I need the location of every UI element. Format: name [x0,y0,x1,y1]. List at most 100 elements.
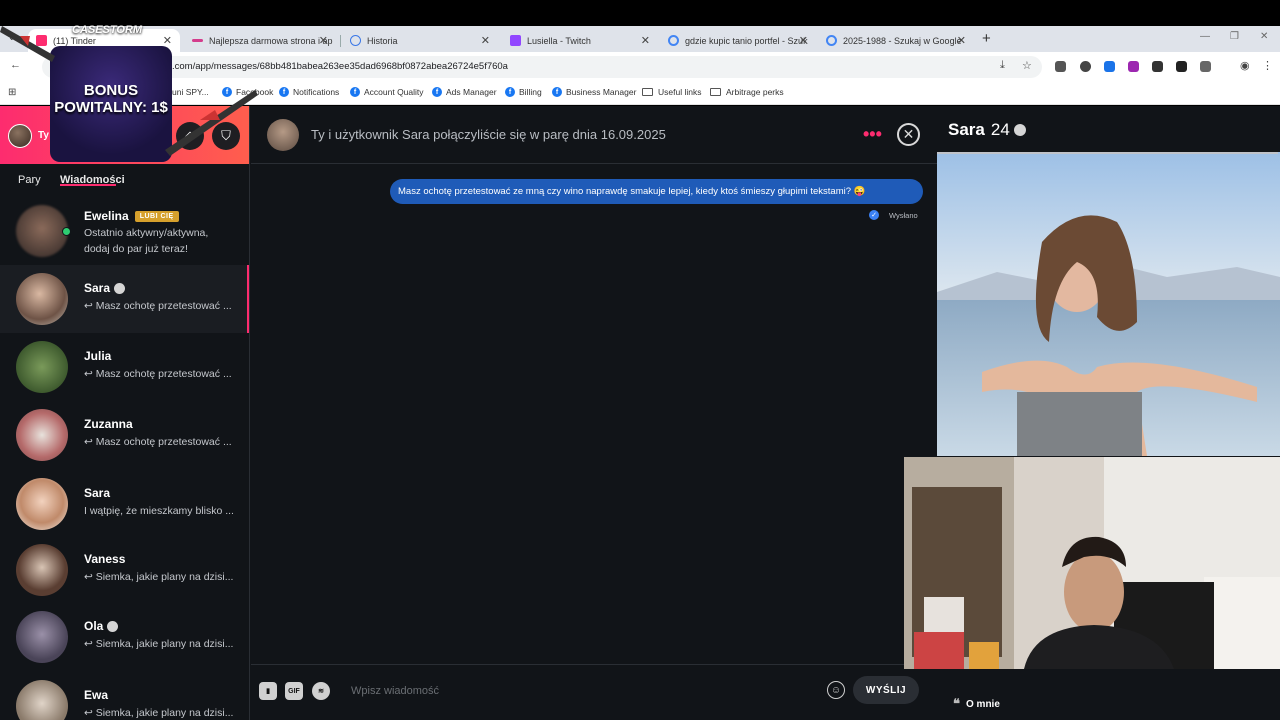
message-composer: ▮ GIF ≋ ☺ WYŚLIJ [251,664,937,720]
close-tab-icon[interactable]: ✕ [163,34,172,47]
extension-icon[interactable] [1128,61,1139,72]
rifle-graphic-left [0,26,55,62]
name-text: Ewelina [84,209,129,223]
gif-button[interactable]: GIF [285,682,303,700]
history-icon [350,35,361,46]
match-date-text: Ty i użytkownik Sara połączyliście się w… [311,127,666,142]
promo-text: BONUS POWITALNY: 1$ [54,82,168,116]
bookmark-account-quality[interactable]: f Account Quality [350,87,424,97]
chat-panel: Ty i użytkownik Sara połączyliście się w… [251,106,937,720]
avatar [16,680,68,720]
maximize-icon[interactable]: ❐ [1230,31,1239,42]
webcam-overlay [904,457,1280,669]
about-me-section: ❝ O mnie [953,696,1000,712]
user-label[interactable]: Ty [38,130,49,141]
bookmark-useful-links[interactable]: Useful links [642,87,701,97]
bookmark-notifications[interactable]: f Notifications [279,87,339,97]
tab-google-portfel[interactable]: gdzie kupic tanio portfel - Szuk ✕ [660,29,816,52]
more-options-icon[interactable]: ••• [863,124,882,145]
extension-icon[interactable] [1080,61,1091,72]
close-tab-icon[interactable]: ✕ [641,34,650,47]
profile-name-text: Sara [948,120,985,139]
name-text: Sara [84,281,111,295]
conversation-item[interactable]: Vaness ↩ Siemka, jakie plany na dzisi... [0,536,249,604]
conversation-item[interactable]: Ola ↩ Siemka, jakie plany na dzisi... [0,603,249,671]
conversation-name: Ewa [84,688,108,702]
folder-icon [710,88,721,96]
tab-twitch[interactable]: Lusiella - Twitch ✕ [502,29,658,52]
sidebar: Ty ◈ ⛉ Pary Wiadomości EwelinaLUBI CIĘ O… [0,106,250,720]
close-tab-icon[interactable]: ✕ [319,34,328,47]
bookmark-ads-manager[interactable]: f Ads Manager [432,87,497,97]
conversation-preview: ↩ Siemka, jakie plany na dzisi... [84,707,234,719]
close-tab-icon[interactable]: ✕ [957,34,966,47]
send-button[interactable]: WYŚLIJ [853,676,919,704]
close-tab-icon[interactable]: ✕ [799,34,808,47]
google-icon [826,35,837,46]
photo-progress-bar [937,152,1278,154]
sent-message-bubble: Masz ochotę przetestować ze mną czy wino… [390,179,923,204]
avatar [16,341,68,393]
profile-icon[interactable]: ◉ [1240,59,1250,72]
conversation-item[interactable]: Sara ↩ Masz ochotę przetestować ... [0,265,249,333]
browser-tabstrip: (11) Tinder ✕ Najlepsza darmowa strona i… [0,26,1280,52]
tab-label: Lusiella - Twitch [527,35,591,46]
tab-najlepsza[interactable]: Najlepsza darmowa strona i ap ✕ [184,29,336,52]
extension-icon[interactable] [1104,61,1115,72]
conversation-item[interactable]: Julia ↩ Masz ochotę przetestować ... [0,333,249,401]
close-tab-icon[interactable]: ✕ [481,34,490,47]
about-label: O mnie [966,698,1000,710]
conversation-item[interactable]: Ewa ↩ Siemka, jakie plany na dzisi... [0,672,249,720]
active-tab-indicator [60,184,116,186]
conversation-item[interactable]: Zuzanna ↩ Masz ochotę przetestować ... [0,401,249,469]
menu-kebab-icon[interactable]: ⋮ [1262,59,1273,72]
minimize-icon[interactable]: — [1200,31,1210,42]
facebook-icon: f [279,87,289,97]
bookmark-business-manager[interactable]: f Business Manager [552,87,636,97]
new-tab-plus-icon[interactable]: + [982,30,991,47]
conversation-name: Ewelina LUBI CIĘ [84,209,179,223]
omnibox[interactable]: .com/app/messages/68bb481babea263ee35dad… [42,56,1042,78]
conversation-item[interactable]: Sara I wątpię, że mieszkamy blisko ... [0,470,249,538]
tab-google-2025[interactable]: 2025-1988 - Szukaj w Google ✕ [818,29,974,52]
install-app-icon[interactable]: ⤓ [1000,59,1005,72]
close-chat-icon[interactable]: ✕ [897,123,920,146]
promo-banner[interactable]: BONUS POWITALNY: 1$ [50,46,172,162]
conversation-preview: ↩ Siemka, jakie plany na dzisi... [84,571,234,583]
camera-extension-icon[interactable] [1055,61,1066,72]
message-input[interactable] [351,683,811,699]
close-window-icon[interactable]: ✕ [1260,31,1268,42]
user-avatar[interactable] [8,124,32,148]
likes-you-badge: LUBI CIĘ [134,210,179,222]
tab-separator [340,35,341,47]
conversation-item[interactable]: Ewelina LUBI CIĘ Ostatnio aktywny/aktywna… [0,197,249,265]
bookmark-billing[interactable]: f Billing [505,87,542,97]
extension-icon[interactable] [1176,61,1187,72]
emoji-icon[interactable]: ☺ [827,681,845,699]
conversation-preview: Ostatnio aktywny/aktywna, dodaj do par j… [84,227,209,255]
avatar [16,611,68,663]
spotify-icon[interactable]: ≋ [312,682,330,700]
google-icon [668,35,679,46]
tab-label: gdzie kupic tanio portfel - Szuk [685,35,808,46]
extension-icon[interactable] [1152,61,1163,72]
tab-matches[interactable]: Pary [18,174,41,186]
bookmark-arbitrage-perks[interactable]: Arbitrage perks [710,87,784,97]
avatar [16,544,68,596]
tab-historia[interactable]: Historia ✕ [342,29,498,52]
conversation-name: Vaness [84,552,125,566]
sidebar-tabs: Pary Wiadomości [0,164,249,196]
webcam-feed-image [904,457,1280,669]
match-avatar[interactable] [267,119,299,151]
extensions-puzzle-icon[interactable] [1200,61,1211,72]
facebook-icon: f [350,87,360,97]
profile-name: Sara 24 [948,120,1026,140]
bookmark-star-icon[interactable]: ☆ [1022,59,1032,72]
name-text: Ola [84,619,104,633]
apps-grid-icon[interactable]: ⊞ [8,87,16,98]
tab-label: Historia [367,35,398,46]
profile-age: 24 [990,120,1010,139]
sticker-icon[interactable]: ▮ [259,682,277,700]
tab-label: Najlepsza darmowa strona i ap [209,35,333,46]
profile-photo[interactable] [937,152,1280,456]
